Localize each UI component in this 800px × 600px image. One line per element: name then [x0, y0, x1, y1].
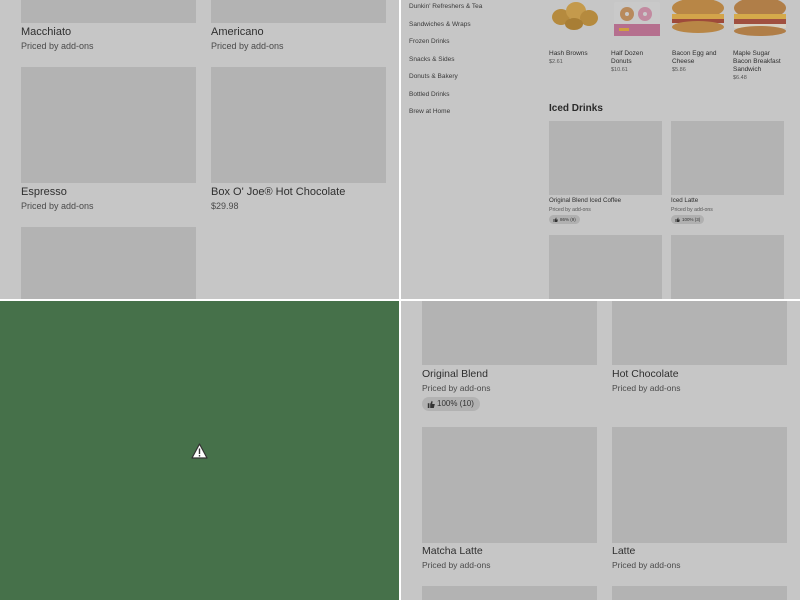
item-name[interactable]: Macchiato — [21, 26, 71, 38]
item-price: Priced by add-ons — [422, 560, 491, 570]
featured-item-price: $2.61 — [549, 59, 563, 65]
iced-item-name[interactable]: Original Blend Iced Coffee — [549, 197, 621, 204]
featured-item-name[interactable]: Half Dozen Donuts — [611, 50, 659, 66]
iced-item-price: Priced by add-ons — [671, 207, 713, 213]
iced-item-name[interactable]: Iced Latte — [671, 197, 698, 204]
maple-bacon-sandwich-image[interactable] — [733, 0, 787, 46]
item-image[interactable] — [422, 586, 597, 600]
donuts-box-image[interactable] — [611, 0, 663, 46]
item-image[interactable] — [211, 67, 386, 183]
hash-browns-image[interactable] — [549, 0, 601, 46]
iced-item-image[interactable] — [549, 121, 662, 195]
item-image[interactable] — [422, 427, 597, 543]
bacon-egg-cheese-image[interactable] — [672, 0, 724, 46]
menu-panel-bottom-right: Original Blend Priced by add-ons 100% (1… — [401, 301, 800, 600]
featured-item-name[interactable]: Maple Sugar Bacon Breakfast Sandwich — [733, 50, 789, 74]
rating-badge: 100% (10) — [422, 397, 480, 411]
featured-item-name[interactable]: Hash Browns — [549, 50, 605, 58]
item-name[interactable]: Espresso — [21, 186, 67, 198]
iced-item-image[interactable] — [671, 121, 784, 195]
featured-item-name[interactable]: Bacon Egg and Cheese — [672, 50, 728, 66]
thumbs-up-icon — [675, 217, 680, 223]
category-link[interactable]: Brew at Home — [409, 108, 450, 115]
category-link[interactable]: Snacks & Sides — [409, 56, 455, 63]
item-image[interactable] — [612, 586, 787, 600]
warning-icon — [191, 443, 208, 459]
item-image[interactable] — [21, 227, 196, 299]
item-name[interactable]: Matcha Latte — [422, 545, 483, 557]
item-image[interactable] — [612, 301, 787, 365]
item-price: $29.98 — [211, 201, 239, 211]
iced-item-price: Priced by add-ons — [549, 207, 591, 213]
item-price: Priced by add-ons — [21, 201, 94, 211]
iced-item-image[interactable] — [671, 235, 784, 299]
category-link[interactable]: Bottled Drinks — [409, 91, 449, 98]
featured-item-price: $5.86 — [672, 67, 686, 73]
item-image[interactable] — [211, 0, 386, 23]
rating-value: 100% (3) — [682, 217, 701, 222]
rating-badge: 100% (3) — [671, 215, 705, 224]
rating-badge: 86% (9) — [549, 215, 580, 224]
category-link[interactable]: Donuts & Bakery — [409, 73, 458, 80]
featured-item-price: $10.61 — [611, 67, 628, 73]
category-link[interactable]: Dunkin' Refreshers & Tea — [409, 3, 482, 10]
item-image[interactable] — [422, 301, 597, 365]
rating-value: 100% (10) — [437, 399, 474, 408]
section-title: Iced Drinks — [549, 103, 603, 114]
menu-panel-top-left: Macchiato Priced by add-ons Americano Pr… — [0, 0, 399, 299]
image-load-error-panel — [0, 301, 399, 600]
item-price: Priced by add-ons — [612, 383, 681, 393]
item-image[interactable] — [21, 0, 196, 23]
item-price: Priced by add-ons — [211, 41, 284, 51]
item-image[interactable] — [21, 67, 196, 183]
featured-item-price: $6.48 — [733, 75, 747, 81]
item-name[interactable]: Latte — [612, 545, 635, 557]
iced-item-image[interactable] — [549, 235, 662, 299]
item-name[interactable]: Americano — [211, 26, 264, 38]
thumbs-up-icon — [553, 217, 558, 223]
item-price: Priced by add-ons — [21, 41, 94, 51]
thumbs-up-icon — [427, 400, 435, 408]
item-price: Priced by add-ons — [422, 383, 491, 393]
rating-value: 86% (9) — [560, 217, 576, 222]
menu-panel-top-right: Dunkin' Refreshers & Tea Sandwiches & Wr… — [401, 0, 800, 299]
category-link[interactable]: Sandwiches & Wraps — [409, 21, 471, 28]
item-name[interactable]: Box O' Joe® Hot Chocolate — [211, 186, 345, 198]
item-image[interactable] — [612, 427, 787, 543]
item-name[interactable]: Original Blend — [422, 368, 488, 380]
item-name[interactable]: Hot Chocolate — [612, 368, 679, 380]
category-link[interactable]: Frozen Drinks — [409, 38, 449, 45]
item-price: Priced by add-ons — [612, 560, 681, 570]
